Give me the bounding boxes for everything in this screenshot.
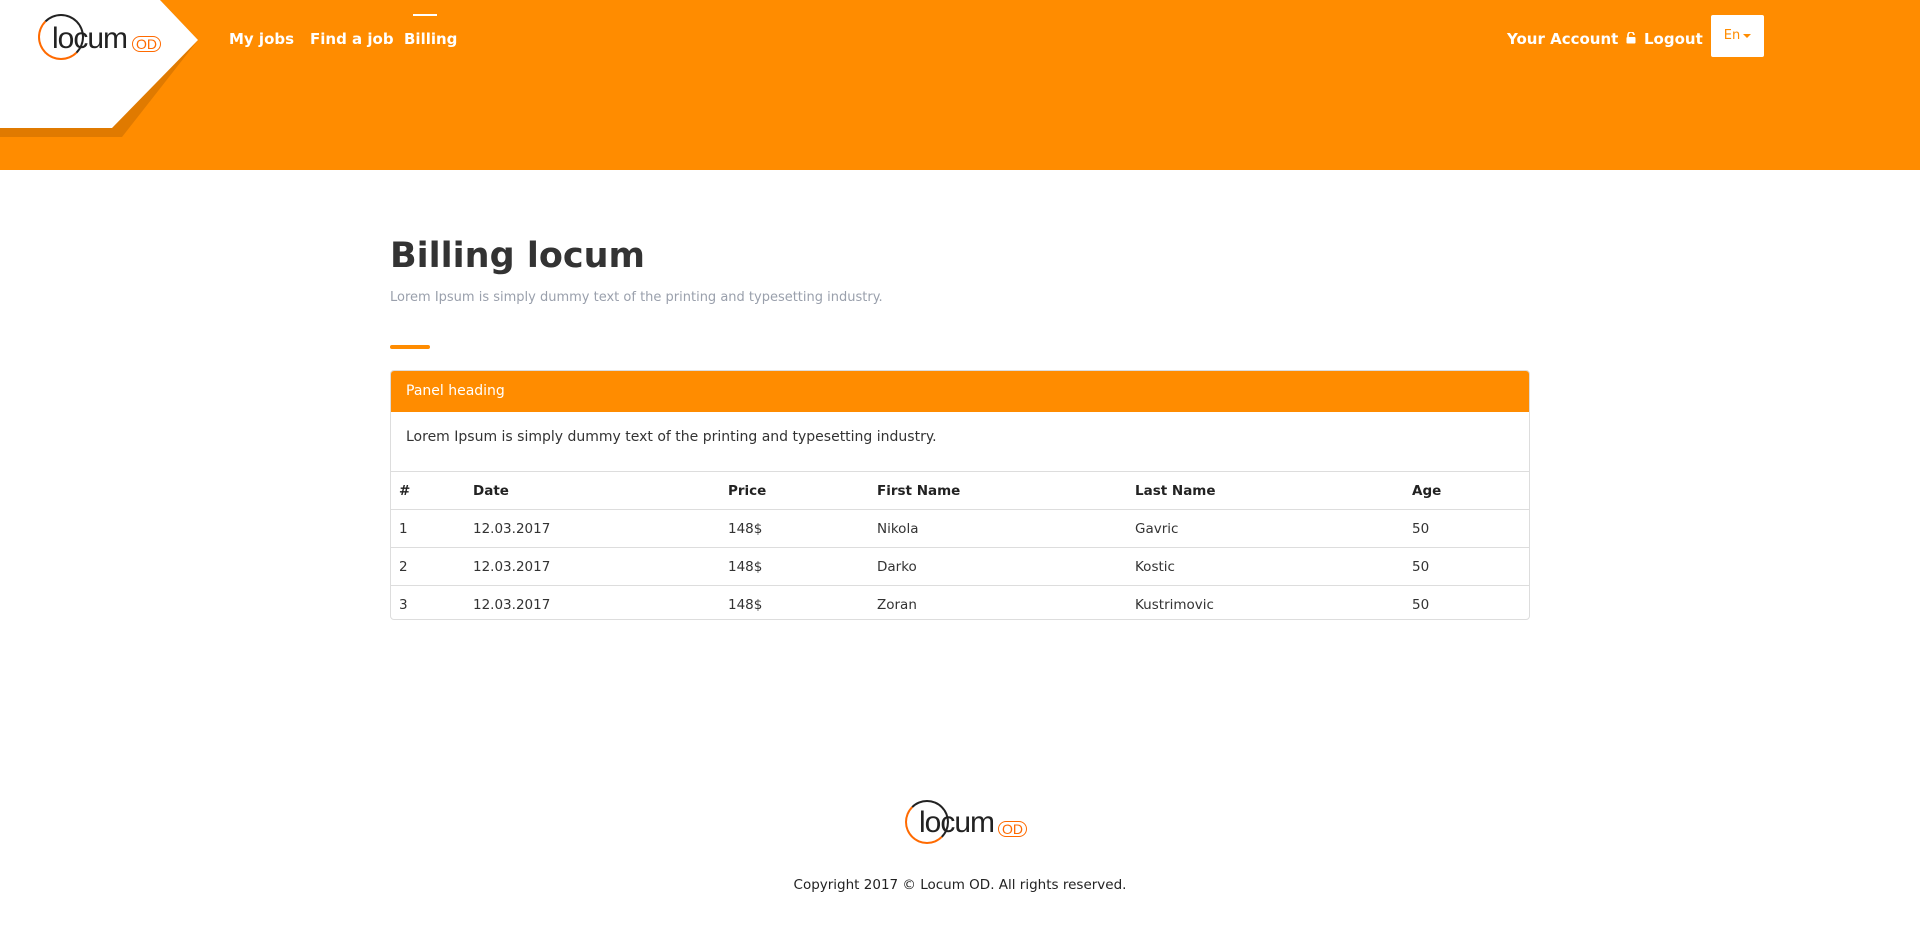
cell-age: 50	[1404, 509, 1529, 548]
cell-price: 148$	[720, 509, 869, 548]
logo-container[interactable]: locum OD	[0, 0, 200, 140]
cell-date: 12.03.2017	[465, 509, 720, 548]
cell-last-name: Kostic	[1127, 547, 1404, 586]
column-header-index: #	[391, 472, 465, 510]
nav-active-indicator	[413, 14, 437, 16]
footer-logo-suffix: OD	[998, 821, 1027, 837]
cell-first-name: Darko	[869, 547, 1127, 586]
table-row: 3 12.03.2017 148$ Zoran Kustrimovic 50	[391, 586, 1529, 620]
page-title: Billing locum	[390, 236, 645, 276]
logo: locum OD	[38, 14, 168, 68]
column-header-age: Age	[1404, 472, 1529, 510]
cell-first-name: Nikola	[869, 509, 1127, 548]
cell-index: 1	[391, 509, 465, 548]
lock-icon	[1626, 32, 1636, 44]
panel-body: Lorem Ipsum is simply dummy text of the …	[391, 412, 1529, 472]
copyright-text: Copyright 2017 © Locum OD. All rights re…	[793, 877, 1127, 893]
footer-logo-text: locum	[919, 806, 995, 839]
chevron-down-icon	[1743, 33, 1752, 38]
nav-find-a-job[interactable]: Find a job	[310, 30, 394, 48]
page-subtitle: Lorem Ipsum is simply dummy text of the …	[390, 290, 883, 305]
column-header-date: Date	[465, 472, 720, 510]
nav-billing[interactable]: Billing	[404, 30, 457, 48]
cell-last-name: Kustrimovic	[1135, 596, 1214, 613]
logo-text: locum	[52, 22, 128, 55]
cell-index: 3	[399, 596, 408, 613]
header-bar: locum OD My jobs Find a job Billing Your…	[0, 0, 1920, 170]
cell-last-name: Gavric	[1127, 509, 1404, 548]
title-accent-divider	[390, 345, 430, 349]
billing-table: # Date Price First Name Last Name Age 1 …	[391, 472, 1529, 620]
cell-index: 2	[391, 547, 465, 586]
table-header-row: # Date Price First Name Last Name Age	[391, 472, 1529, 510]
cell-date: 12.03.2017	[465, 547, 720, 586]
panel-heading: Panel heading	[391, 371, 1529, 412]
footer-logo: locum OD	[905, 800, 1035, 850]
your-account-link[interactable]: Your Account	[1507, 30, 1618, 48]
column-header-first-name: First Name	[869, 472, 1127, 510]
column-header-price: Price	[720, 472, 869, 510]
cell-price: 148$	[728, 596, 763, 613]
billing-panel: Panel heading Lorem Ipsum is simply dumm…	[390, 370, 1530, 620]
language-select[interactable]: En	[1711, 15, 1764, 57]
table-row: 1 12.03.2017 148$ Nikola Gavric 50	[391, 509, 1529, 548]
logout-link[interactable]: Logout	[1644, 30, 1703, 48]
column-header-last-name: Last Name	[1127, 472, 1404, 510]
cell-first-name: Zoran	[877, 596, 917, 613]
nav-my-jobs[interactable]: My jobs	[229, 30, 294, 48]
table-row: 2 12.03.2017 148$ Darko Kostic 50	[391, 547, 1529, 586]
cell-date: 12.03.2017	[473, 596, 551, 613]
logo-suffix: OD	[132, 36, 161, 52]
cell-age: 50	[1404, 547, 1529, 586]
language-value: En	[1723, 28, 1741, 43]
cell-price: 148$	[720, 547, 869, 586]
cell-age: 50	[1412, 596, 1430, 613]
